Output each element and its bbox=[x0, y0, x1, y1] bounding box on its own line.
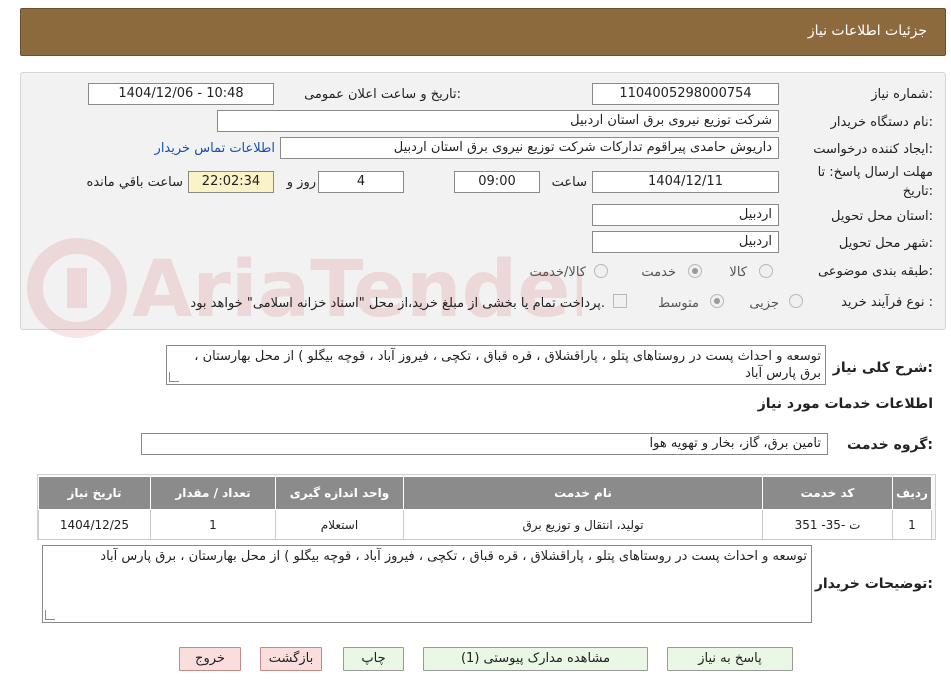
description-text: توسعه و احداث پست در روستاهای پتلو ، پار… bbox=[194, 349, 821, 381]
service-group-label: گروه خدمت: bbox=[847, 437, 933, 453]
view-attachments-button[interactable]: مشاهده مدارک پیوستی (1) bbox=[423, 647, 648, 671]
category-option-goods: کالا bbox=[729, 265, 747, 280]
buyer-notes-textarea: توسعه و احداث پست در روستاهای پتلو ، پار… bbox=[42, 545, 812, 623]
resize-handle-icon[interactable] bbox=[169, 372, 179, 382]
buyer-org-label: نام دستگاه خریدار: bbox=[830, 115, 933, 130]
city-field: اردبیل bbox=[592, 231, 779, 253]
buyer-notes-text: توسعه و احداث پست در روستاهای پتلو ، پار… bbox=[100, 549, 807, 564]
reply-button[interactable]: پاسخ به نیاز bbox=[667, 647, 793, 671]
process-radio-minor[interactable] bbox=[789, 294, 803, 308]
print-button[interactable]: چاپ bbox=[343, 647, 404, 671]
deadline-label-date: تاریخ: bbox=[902, 184, 933, 199]
table-row: 1 ت -35- 351 تولید، انتقال و توزیع برق ا… bbox=[38, 509, 932, 540]
category-option-service: خدمت bbox=[641, 265, 676, 280]
days-remaining-field: 4 bbox=[318, 171, 404, 193]
requester-field: داریوش حامدی پیراقوم تدارکات شرکت توزیع … bbox=[280, 137, 779, 159]
remaining-label: ساعت باقي مانده bbox=[86, 175, 183, 190]
page-header: جزئیات اطلاعات نیاز bbox=[20, 8, 946, 56]
column-header-unit: واحد اندازه گیری bbox=[275, 476, 404, 510]
province-label: استان محل تحویل: bbox=[831, 209, 933, 224]
category-radio-goods[interactable] bbox=[759, 264, 773, 278]
cell-quantity: 1 bbox=[150, 509, 276, 540]
city-label: شهر محل تحویل: bbox=[838, 236, 933, 251]
category-option-goods-service: کالا/خدمت bbox=[529, 265, 586, 280]
cell-service-name: تولید، انتقال و توزیع برق bbox=[403, 509, 763, 540]
watermark-text: AriaTender.neT bbox=[132, 245, 582, 335]
service-group-field: تامین برق، گاز، بخار و تهویه هوا bbox=[141, 433, 828, 455]
description-textarea: توسعه و احداث پست در روستاهای پتلو ، پار… bbox=[166, 345, 826, 385]
deadline-date-field: 1404/12/11 bbox=[592, 171, 779, 193]
category-radio-service[interactable] bbox=[688, 264, 702, 278]
deadline-time-field: 09:00 bbox=[454, 171, 540, 193]
process-radio-medium[interactable] bbox=[710, 294, 724, 308]
buyer-org-field: شرکت توزیع نیروی برق استان اردبیل bbox=[217, 110, 779, 132]
remaining-time-field: 22:02:34 bbox=[188, 171, 274, 193]
requester-label: ایجاد کننده درخواست: bbox=[813, 142, 933, 157]
column-header-need-date: تاریخ نیاز bbox=[38, 476, 151, 510]
watermark-logo: AriaTender.neT bbox=[27, 238, 582, 338]
buyer-notes-label: توضیحات خریدار: bbox=[814, 576, 933, 592]
column-header-service-code: کد خدمت bbox=[762, 476, 893, 510]
announce-label: تاریخ و ساعت اعلان عمومی: bbox=[304, 87, 461, 102]
need-number-label: شماره نیاز: bbox=[871, 87, 933, 102]
province-field: اردبیل bbox=[592, 204, 779, 226]
column-header-row-number: ردیف bbox=[892, 476, 932, 510]
process-option-medium: متوسط bbox=[658, 296, 699, 311]
cell-unit: استعلام bbox=[275, 509, 404, 540]
back-button[interactable]: بازگشت bbox=[260, 647, 322, 671]
treasury-payment-checkbox[interactable] bbox=[613, 294, 627, 308]
description-label: شرح کلی نیاز: bbox=[832, 360, 933, 376]
payment-note: پرداخت تمام یا بخشی از مبلغ خرید،از محل … bbox=[190, 296, 605, 311]
process-option-minor: جزیی bbox=[749, 296, 779, 311]
page-title: جزئیات اطلاعات نیاز bbox=[807, 23, 927, 39]
cell-need-date: 1404/12/25 bbox=[38, 509, 151, 540]
cell-row-number: 1 bbox=[892, 509, 932, 540]
table-header-row: ردیف کد خدمت نام خدمت واحد اندازه گیری ت… bbox=[38, 476, 932, 510]
contact-buyer-link[interactable]: اطلاعات تماس خریدار bbox=[155, 141, 275, 156]
days-label: روز و bbox=[286, 175, 316, 190]
category-label: طبقه بندی موضوعی: bbox=[817, 264, 933, 279]
services-table: ردیف کد خدمت نام خدمت واحد اندازه گیری ت… bbox=[38, 476, 932, 540]
resize-handle-icon[interactable] bbox=[45, 610, 55, 620]
announce-field: 1404/12/06 - 10:48 bbox=[88, 83, 274, 105]
process-label: نوع فرآیند خرید : bbox=[841, 295, 933, 310]
services-section-title: اطلاعات خدمات مورد نیاز bbox=[757, 396, 933, 412]
deadline-label: مهلت ارسال پاسخ: تا bbox=[817, 165, 933, 180]
deadline-hour-label: ساعت bbox=[551, 175, 587, 190]
column-header-quantity: تعداد / مقدار bbox=[150, 476, 276, 510]
column-header-service-name: نام خدمت bbox=[403, 476, 763, 510]
category-radio-goods-service[interactable] bbox=[594, 264, 608, 278]
need-number-field: 1104005298000754 bbox=[592, 83, 779, 105]
exit-button[interactable]: خروج bbox=[179, 647, 241, 671]
cell-service-code: ت -35- 351 bbox=[762, 509, 893, 540]
